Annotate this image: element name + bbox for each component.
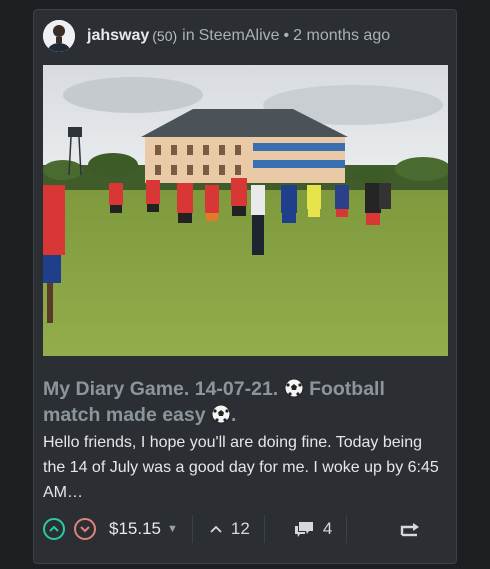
community-link[interactable]: SteemAlive <box>199 27 280 45</box>
comments-button[interactable]: 4 <box>293 519 332 539</box>
post-header: jahsway (50) in SteemAlive • 2 months ag… <box>43 20 448 52</box>
divider <box>346 515 348 543</box>
title-part-1: My Diary Game. 14-07-21. <box>43 378 279 400</box>
votes-count-button[interactable]: 12 <box>209 519 250 539</box>
downvote-icon <box>80 526 90 533</box>
upvote-button[interactable] <box>43 518 65 540</box>
author-name[interactable]: jahsway <box>87 27 149 45</box>
post-card[interactable]: jahsway (50) in SteemAlive • 2 months ag… <box>33 9 457 564</box>
resteem-button[interactable] <box>400 521 420 537</box>
dropdown-caret-icon[interactable]: ▼ <box>167 523 178 535</box>
soccer-ball-icon <box>284 378 304 404</box>
votes-count: 12 <box>230 519 250 538</box>
payout-amount[interactable]: $15.15 <box>109 519 161 539</box>
post-time[interactable]: 2 months ago <box>293 27 390 45</box>
votes-chevron-icon <box>210 525 222 533</box>
separator: • <box>283 27 290 44</box>
comments-count: 4 <box>322 519 333 538</box>
post-footer: $15.15 ▼ 12 4 <box>43 513 446 545</box>
upvote-icon <box>49 525 59 532</box>
post-title[interactable]: My Diary Game. 14-07-21. Football match … <box>43 378 443 430</box>
soccer-ball-icon <box>211 404 231 430</box>
comments-icon <box>294 522 313 537</box>
author-reputation: (50) <box>152 28 178 44</box>
downvote-button[interactable] <box>74 518 96 540</box>
in-word: in <box>182 27 195 44</box>
post-excerpt[interactable]: Hello friends, I hope you'll are doing f… <box>43 430 445 505</box>
author-avatar[interactable] <box>43 20 75 52</box>
resteem-icon <box>400 523 419 537</box>
divider <box>191 515 193 543</box>
post-thumbnail[interactable] <box>43 65 448 356</box>
football-photo <box>43 65 448 356</box>
title-end: . <box>231 404 237 426</box>
divider <box>263 515 265 543</box>
